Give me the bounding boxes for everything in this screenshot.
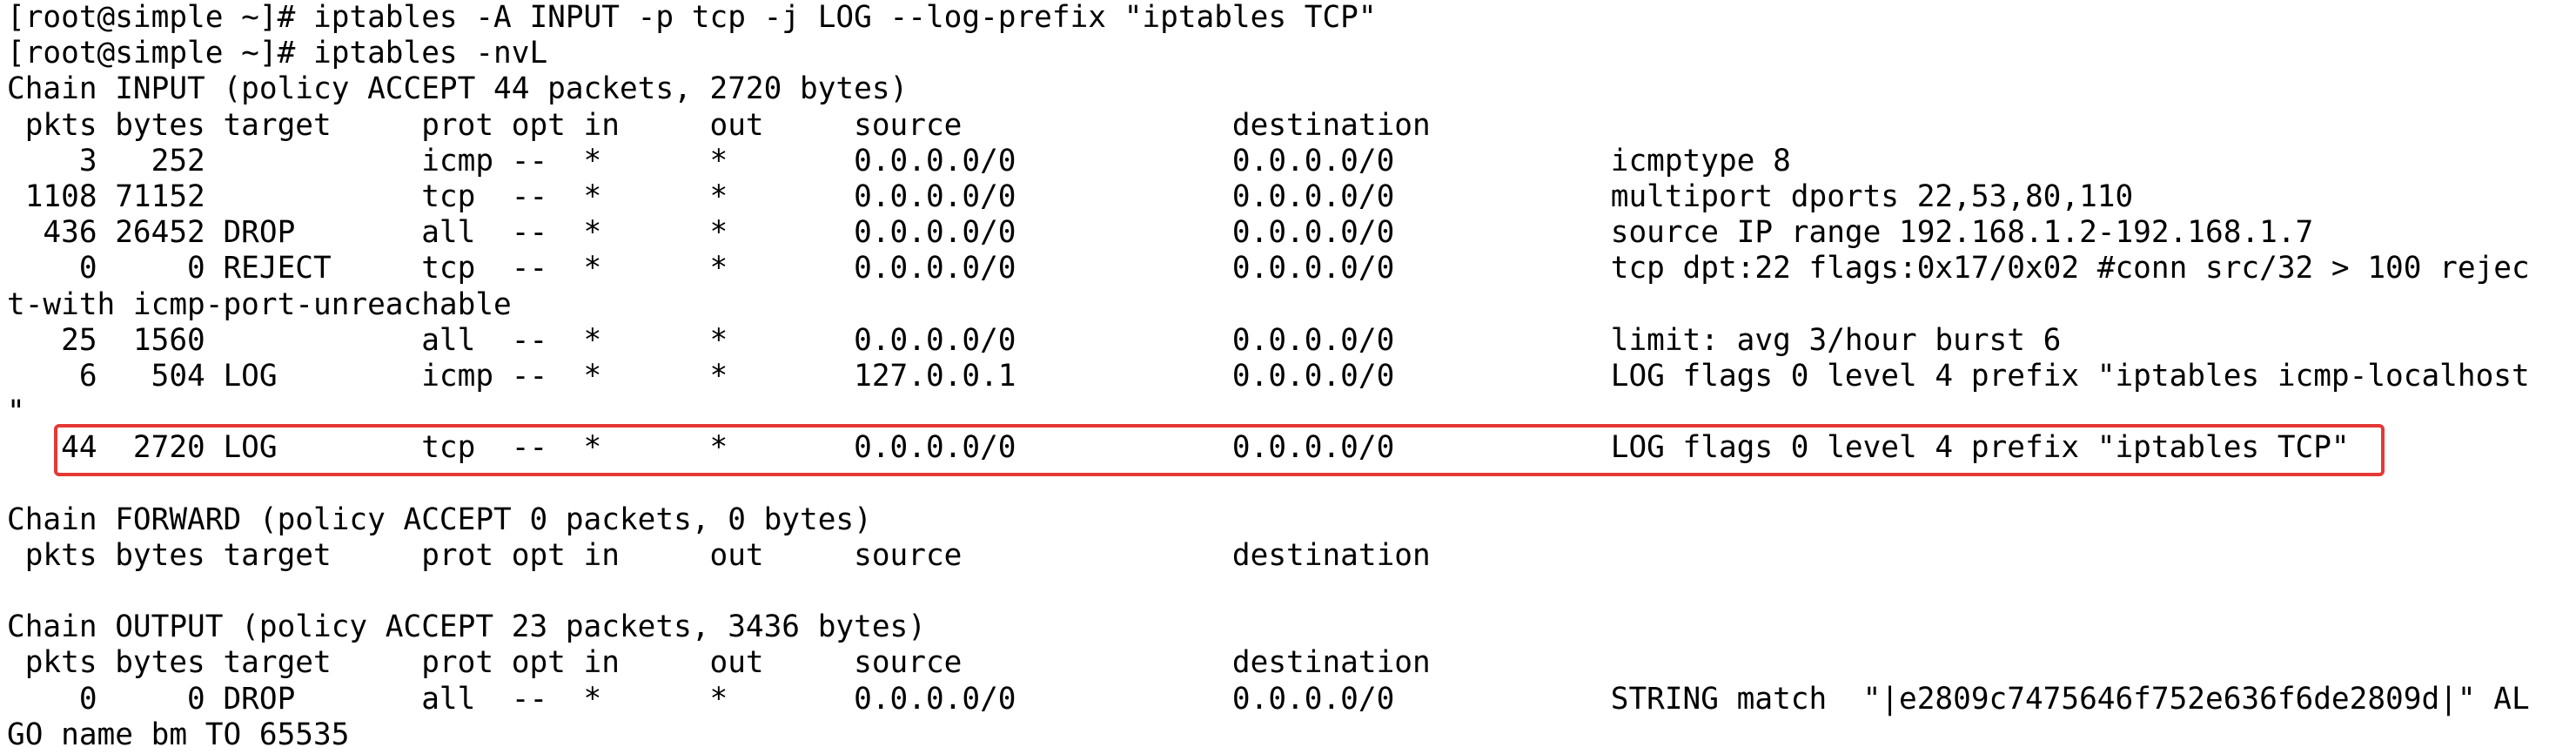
rule-row-wrap: GO name bm TO 65535 [7, 717, 350, 752]
terminal-output: [root@simple ~]# iptables -A INPUT -p tc… [0, 0, 2576, 753]
column-headers: pkts bytes target prot opt in out source… [7, 107, 1431, 143]
terminal-window[interactable]: [root@simple ~]# iptables -A INPUT -p tc… [0, 0, 2576, 754]
column-headers: pkts bytes target prot opt in out source… [7, 537, 1431, 573]
chain-input-header: Chain INPUT (policy ACCEPT 44 packets, 2… [7, 71, 909, 107]
rule-row-wrap: t-with icmp-port-unreachable [7, 286, 512, 322]
rule-row: 0 0 DROP all -- * * 0.0.0.0/0 0.0.0.0/0 … [7, 681, 2530, 717]
rule-row: 1108 71152 tcp -- * * 0.0.0.0/0 0.0.0.0/… [7, 178, 2134, 214]
rule-row: 6 504 LOG icmp -- * * 127.0.0.1 0.0.0.0/… [7, 358, 2530, 394]
rule-row: 0 0 REJECT tcp -- * * 0.0.0.0/0 0.0.0.0/… [7, 251, 2530, 286]
rule-row: 25 1560 all -- * * 0.0.0.0/0 0.0.0.0/0 l… [7, 322, 2062, 358]
rule-row: 3 252 icmp -- * * 0.0.0.0/0 0.0.0.0/0 ic… [7, 143, 1791, 178]
terminal-line-command-append: [root@simple ~]# iptables -A INPUT -p tc… [7, 0, 1377, 35]
rule-row-wrap: " [7, 394, 25, 430]
terminal-line-command-list: [root@simple ~]# iptables -nvL [7, 36, 548, 71]
column-headers: pkts bytes target prot opt in out source… [7, 645, 1431, 681]
chain-forward-header: Chain FORWARD (policy ACCEPT 0 packets, … [7, 502, 872, 537]
rule-row: 436 26452 DROP all -- * * 0.0.0.0/0 0.0.… [7, 215, 2314, 251]
rule-row-highlighted: 44 2720 LOG tcp -- * * 0.0.0.0/0 0.0.0.0… [7, 430, 2350, 466]
chain-output-header: Chain OUTPUT (policy ACCEPT 23 packets, … [7, 609, 926, 645]
